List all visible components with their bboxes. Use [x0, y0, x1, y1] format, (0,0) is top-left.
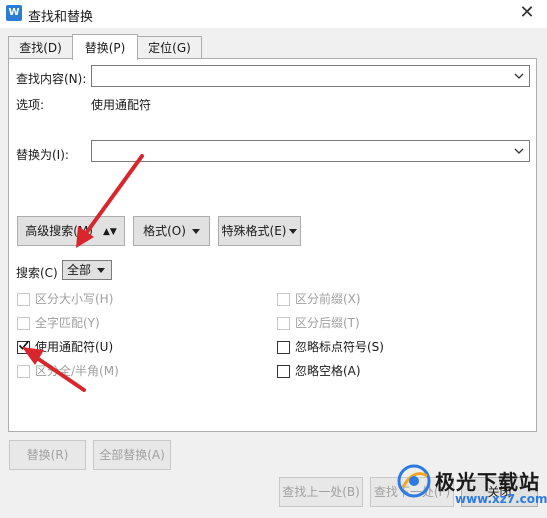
dropdown-arrow-icon — [97, 268, 105, 273]
chevron-down-icon[interactable] — [513, 144, 525, 158]
watermark: 极光下载站 www.xz7.com — [395, 460, 547, 515]
match-prefix-checkbox[interactable]: 区分前缀(X) — [277, 292, 417, 309]
match-case-checkbox[interactable]: 区分大小写(H) — [17, 292, 157, 309]
watermark-logo-icon — [397, 464, 431, 498]
use-wildcards-checkbox[interactable]: 使用通配符(U) — [17, 340, 157, 357]
ignore-punctuation-checkbox[interactable]: 忽略标点符号(S) — [277, 340, 417, 357]
dropdown-arrow-icon — [289, 229, 298, 234]
replace-input[interactable] — [91, 140, 530, 162]
watermark-url: www.xz7.com — [455, 492, 547, 506]
match-suffix-checkbox[interactable]: 区分后缀(T) — [277, 316, 417, 333]
whole-word-label: 全字匹配(Y) — [35, 316, 100, 330]
find-previous-button[interactable]: 查找上一处(B) — [279, 477, 363, 507]
ignore-spaces-label: 忽略空格(A) — [295, 364, 361, 378]
chevron-down-icon[interactable] — [513, 69, 525, 83]
replace-label: 替换为(I): — [16, 148, 69, 162]
title-bar: W 查找和替换 ✕ — [0, 0, 547, 28]
close-icon[interactable]: ✕ — [517, 3, 537, 23]
find-input[interactable] — [91, 65, 530, 87]
checkmark-icon — [18, 340, 30, 350]
special-format-button[interactable]: 特殊格式(E) — [218, 216, 301, 246]
tab-goto[interactable]: 定位(G) — [137, 36, 202, 59]
watermark-brand: 极光下载站 — [435, 470, 540, 494]
search-scope-select[interactable]: 全部 — [62, 260, 112, 280]
collapse-arrows-icon: ▲▼ — [102, 226, 117, 237]
checkbox-box — [17, 293, 30, 306]
replace-button[interactable]: 替换(R) — [9, 440, 86, 470]
format-label: 格式(O) — [143, 224, 186, 238]
whole-word-checkbox[interactable]: 全字匹配(Y) — [17, 316, 157, 333]
options-value: 使用通配符 — [91, 98, 152, 112]
wps-writer-icon: W — [6, 5, 22, 21]
checkbox-box — [17, 365, 30, 378]
checkbox-box — [277, 365, 290, 378]
advanced-search-label: 高级搜索(M) — [25, 224, 93, 238]
ignore-punctuation-label: 忽略标点符号(S) — [295, 340, 384, 354]
checkbox-box — [277, 317, 290, 330]
match-suffix-label: 区分后缀(T) — [295, 316, 360, 330]
replace-all-button[interactable]: 全部替换(A) — [93, 440, 171, 470]
search-scope-value: 全部 — [67, 263, 92, 277]
search-scope-label: 搜索(C) — [16, 266, 58, 280]
window-title: 查找和替换 — [28, 10, 94, 25]
dropdown-arrow-icon — [191, 229, 200, 234]
format-button[interactable]: 格式(O) — [133, 216, 210, 246]
advanced-search-button[interactable]: 高级搜索(M) ▲▼ — [17, 216, 125, 246]
checkbox-box — [277, 341, 290, 354]
special-format-label: 特殊格式(E) — [221, 224, 287, 238]
match-width-label: 区分全/半角(M) — [35, 364, 119, 378]
checkbox-box — [17, 317, 30, 330]
match-width-checkbox[interactable]: 区分全/半角(M) — [17, 364, 157, 381]
find-label: 查找内容(N): — [16, 72, 87, 86]
use-wildcards-label: 使用通配符(U) — [35, 340, 114, 354]
ignore-spaces-checkbox[interactable]: 忽略空格(A) — [277, 364, 417, 381]
match-case-label: 区分大小写(H) — [35, 292, 114, 306]
match-prefix-label: 区分前缀(X) — [295, 292, 361, 306]
tab-find[interactable]: 查找(D) — [8, 36, 73, 59]
checkbox-box — [277, 293, 290, 306]
options-label: 选项: — [16, 98, 45, 112]
tab-replace[interactable]: 替换(P) — [72, 34, 138, 60]
